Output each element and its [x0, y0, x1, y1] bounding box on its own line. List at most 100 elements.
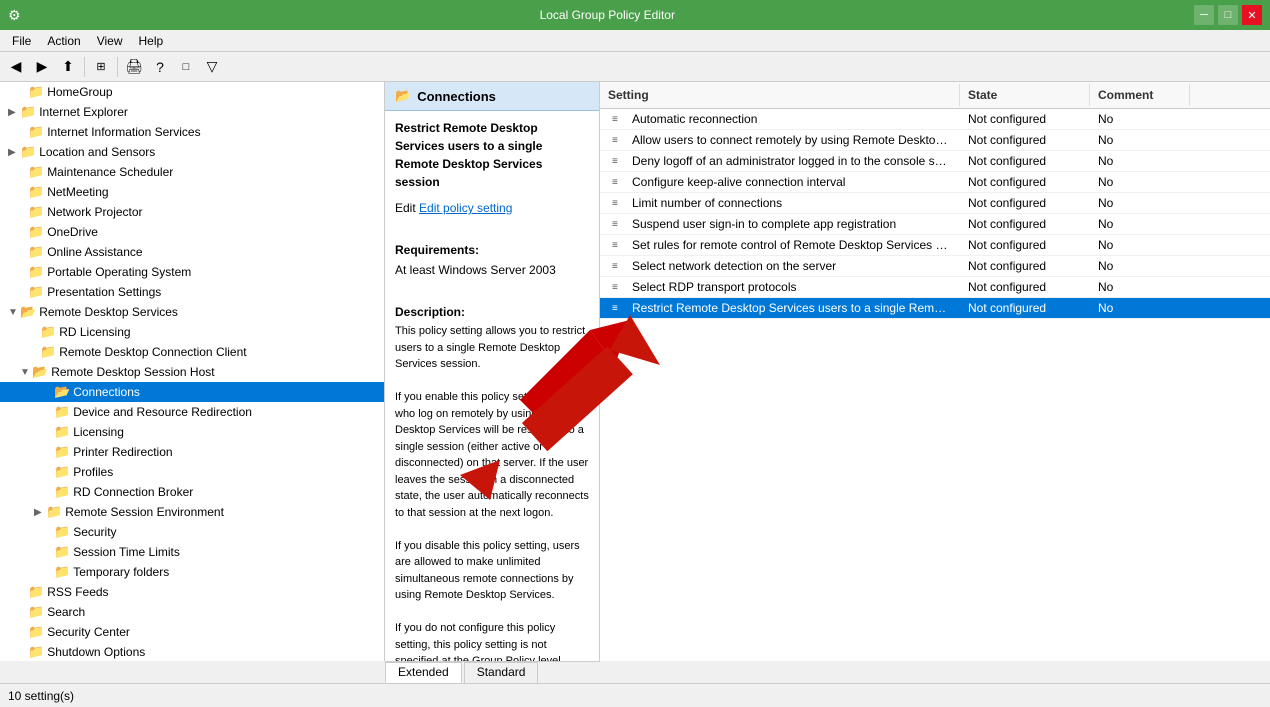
tree-item-label: Licensing [73, 425, 124, 439]
restore-button[interactable]: □ [1218, 5, 1238, 25]
tree-panel[interactable]: 📁 HomeGroup ▶ 📁 Internet Explorer 📁 Inte… [0, 82, 385, 661]
folder-icon: 📁 [20, 104, 36, 120]
setting-name: Deny logoff of an administrator logged i… [632, 154, 952, 168]
folder-icon: 📁 [54, 464, 70, 480]
print-button[interactable]: 🖨 [122, 55, 146, 79]
tree-item-label: Session Time Limits [73, 545, 180, 559]
menu-action[interactable]: Action [39, 32, 88, 50]
tree-item-rdsh[interactable]: ▼ 📂 Remote Desktop Session Host [0, 362, 384, 382]
setting-comment: No [1090, 109, 1190, 129]
minimize-button[interactable]: ─ [1194, 5, 1214, 25]
settings-row[interactable]: ≡Select network detection on the serverN… [600, 256, 1270, 277]
forward-button[interactable]: ▶ [30, 55, 54, 79]
folder-icon: 📁 [28, 84, 44, 100]
connections-folder-icon: 📂 [395, 88, 411, 104]
tree-item-device-resource[interactable]: 📁 Device and Resource Redirection [0, 402, 384, 422]
folder-icon: 📂 [32, 364, 48, 380]
setting-policy-icon: ≡ [612, 261, 628, 272]
toolbar-separator-1 [84, 57, 85, 77]
col-comment: Comment [1090, 84, 1190, 106]
filter-button[interactable]: ▽ [200, 55, 224, 79]
close-button[interactable]: ✕ [1242, 5, 1262, 25]
setting-policy-icon: ≡ [612, 177, 628, 188]
tree-item-rss[interactable]: 📁 RSS Feeds [0, 582, 384, 602]
expand-arrow: ▶ [8, 147, 20, 158]
tree-item-maintenance[interactable]: 📁 Maintenance Scheduler [0, 162, 384, 182]
tree-item-rds[interactable]: ▼ 📂 Remote Desktop Services [0, 302, 384, 322]
tree-item-online[interactable]: 📁 Online Assistance [0, 242, 384, 262]
menu-help[interactable]: Help [131, 32, 172, 50]
desc-content: Restrict Remote Desktop Services users t… [385, 111, 599, 661]
settings-row[interactable]: ≡Suspend user sign-in to complete app re… [600, 214, 1270, 235]
tree-item-licensing[interactable]: 📁 Licensing [0, 422, 384, 442]
tree-item-security-center[interactable]: 📁 Security Center [0, 622, 384, 642]
tree-item-profiles[interactable]: 📁 Profiles [0, 462, 384, 482]
up-button[interactable]: ⬆ [56, 55, 80, 79]
settings-row[interactable]: ≡Restrict Remote Desktop Services users … [600, 298, 1270, 319]
tree-item-ie[interactable]: ▶ 📁 Internet Explorer [0, 102, 384, 122]
tree-item-location[interactable]: ▶ 📁 Location and Sensors [0, 142, 384, 162]
tree-item-printer[interactable]: 📁 Printer Redirection [0, 442, 384, 462]
toolbar-separator-2 [117, 57, 118, 77]
setting-comment: No [1090, 277, 1190, 297]
setting-state: Not configured [960, 235, 1090, 255]
tab-extended[interactable]: Extended [385, 662, 462, 683]
folder-icon: 📁 [54, 544, 70, 560]
settings-row[interactable]: ≡Allow users to connect remotely by usin… [600, 130, 1270, 151]
setting-state: Not configured [960, 193, 1090, 213]
properties-button[interactable]: □ [174, 55, 198, 79]
col-setting: Setting [600, 84, 960, 106]
tree-item-rdlicensing[interactable]: 📁 RD Licensing [0, 322, 384, 342]
folder-icon: 📂 [20, 304, 36, 320]
tree-item-search[interactable]: 📁 Search [0, 602, 384, 622]
tree-item-iis[interactable]: 📁 Internet Information Services [0, 122, 384, 142]
tree-item-presentation[interactable]: 📁 Presentation Settings [0, 282, 384, 302]
settings-row[interactable]: ≡Limit number of connectionsNot configur… [600, 193, 1270, 214]
setting-policy-icon: ≡ [612, 135, 628, 146]
tree-item-netprojector[interactable]: 📁 Network Projector [0, 202, 384, 222]
settings-row[interactable]: ≡Deny logoff of an administrator logged … [600, 151, 1270, 172]
tree-item-rdcb[interactable]: 📁 RD Connection Broker [0, 482, 384, 502]
tree-item-label: Network Projector [47, 205, 142, 219]
back-button[interactable]: ◀ [4, 55, 28, 79]
tree-item-portable[interactable]: 📁 Portable Operating System [0, 262, 384, 282]
tree-item-netmeeting[interactable]: 📁 NetMeeting [0, 182, 384, 202]
folder-icon: 📁 [28, 244, 44, 260]
folder-icon: 📁 [28, 604, 44, 620]
folder-icon: 📁 [28, 124, 44, 140]
tree-item-connections[interactable]: 📂 Connections [0, 382, 384, 402]
settings-row[interactable]: ≡Set rules for remote control of Remote … [600, 235, 1270, 256]
folder-icon: 📁 [54, 524, 70, 540]
tree-item-label: Location and Sensors [39, 145, 155, 159]
show-hide-tree-button[interactable]: ⊞ [89, 55, 113, 79]
tree-item-label: Portable Operating System [47, 265, 191, 279]
expand-arrow: ▶ [34, 507, 46, 518]
status-bar: 10 setting(s) [0, 683, 1270, 707]
window-title: Local Group Policy Editor [21, 8, 1194, 22]
folder-icon: 📁 [28, 644, 44, 660]
tree-item-label: Maintenance Scheduler [47, 165, 173, 179]
tree-item-temp-folders[interactable]: 📁 Temporary folders [0, 562, 384, 582]
tree-item-remote-session[interactable]: ▶ 📁 Remote Session Environment [0, 502, 384, 522]
folder-icon: 📁 [46, 504, 62, 520]
menu-bar: File Action View Help [0, 30, 1270, 52]
help-button[interactable]: ? [148, 55, 172, 79]
setting-state: Not configured [960, 214, 1090, 234]
tab-standard[interactable]: Standard [464, 662, 539, 683]
expand-arrow: ▼ [20, 367, 32, 378]
settings-row[interactable]: ≡Automatic reconnectionNot configuredNo [600, 109, 1270, 130]
settings-row[interactable]: ≡Configure keep-alive connection interva… [600, 172, 1270, 193]
edit-policy-link[interactable]: Edit policy setting [419, 201, 512, 215]
menu-file[interactable]: File [4, 32, 39, 50]
tree-item-session-time[interactable]: 📁 Session Time Limits [0, 542, 384, 562]
tree-item-label: RD Connection Broker [73, 485, 193, 499]
tree-item-homegroup[interactable]: 📁 HomeGroup [0, 82, 384, 102]
settings-row[interactable]: ≡Select RDP transport protocolsNot confi… [600, 277, 1270, 298]
menu-view[interactable]: View [89, 32, 131, 50]
tree-item-security[interactable]: 📁 Security [0, 522, 384, 542]
settings-panel[interactable]: Setting State Comment ≡Automatic reconne… [600, 82, 1270, 661]
folder-icon: 📁 [20, 144, 36, 160]
tree-item-shutdown[interactable]: 📁 Shutdown Options [0, 642, 384, 661]
tree-item-rdcc[interactable]: 📁 Remote Desktop Connection Client [0, 342, 384, 362]
tree-item-onedrive[interactable]: 📁 OneDrive [0, 222, 384, 242]
